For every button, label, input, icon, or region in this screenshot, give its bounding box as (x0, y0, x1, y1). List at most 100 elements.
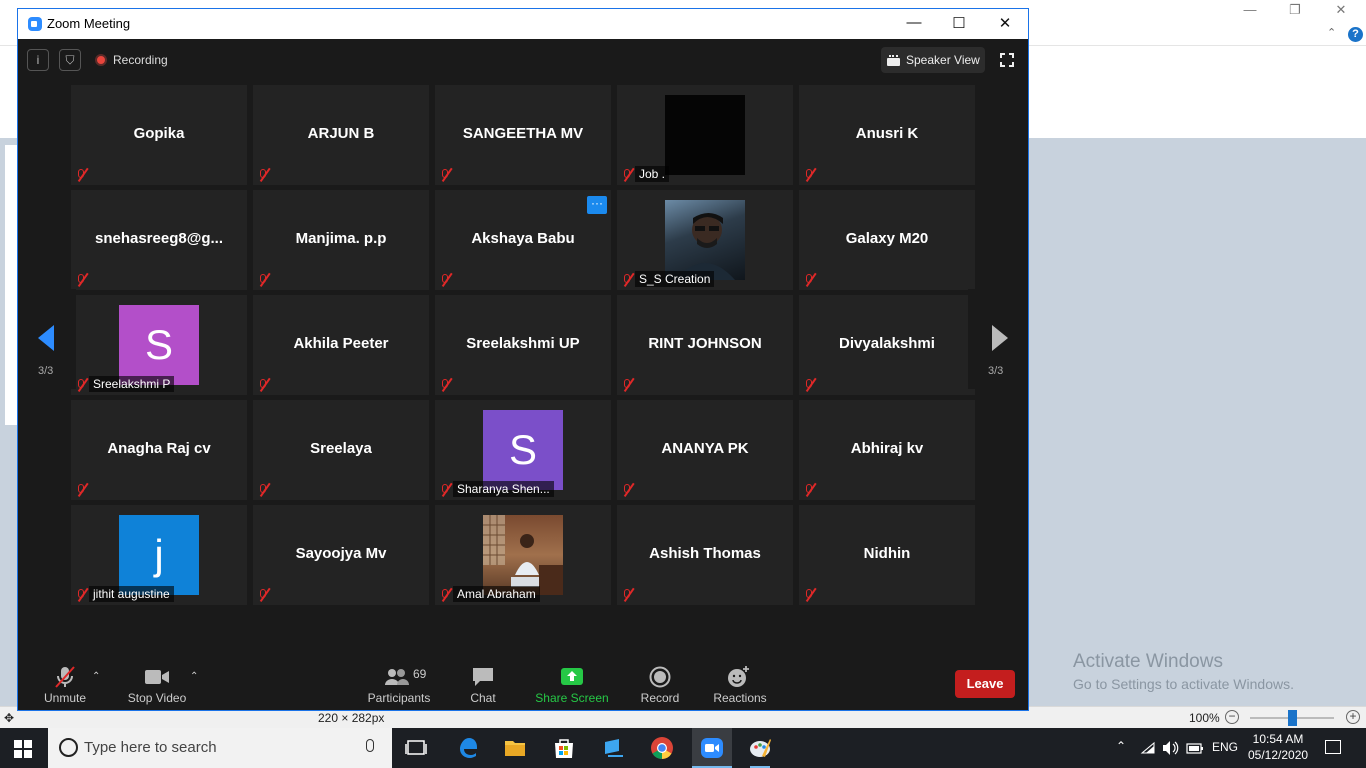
volume-icon[interactable] (1162, 740, 1180, 756)
participants-button[interactable]: 69 Participants (366, 665, 432, 711)
muted-mic-icon (438, 482, 453, 497)
participant-name: Manjima. p.p (295, 230, 387, 247)
windows-taskbar: Type here to search ⌃ ENG 10:54 AM 05/12… (0, 728, 1366, 768)
participant-tile[interactable]: Abhiraj kv (799, 400, 975, 500)
muted-mic-icon (74, 377, 89, 392)
background-restore-button[interactable]: ❐ (1285, 2, 1305, 18)
previous-page-nav: 3/3 (18, 289, 76, 389)
participant-tile[interactable]: Divyalakshmi (799, 295, 975, 395)
zoom-out-icon[interactable]: − (1225, 710, 1239, 724)
unmute-label: Unmute (43, 691, 87, 705)
share-screen-icon (561, 668, 583, 685)
stop-video-button[interactable]: Stop Video (125, 665, 189, 711)
taskbar-search-box[interactable]: Type here to search (48, 728, 392, 768)
participant-tile[interactable]: S Sharanya Shen... (435, 400, 611, 500)
participant-tile[interactable]: Sayoojya Mv (253, 505, 429, 605)
ribbon-collapse-icon[interactable]: ⌃ (1327, 26, 1336, 39)
network-icon[interactable] (1140, 740, 1156, 756)
chat-button[interactable]: Chat (463, 665, 503, 711)
participant-profile-photo (483, 515, 563, 595)
more-options-button[interactable]: ··· (587, 196, 607, 214)
window-title: Zoom Meeting (47, 16, 131, 31)
participant-name: Sreelaya (310, 440, 372, 457)
participant-tile[interactable]: S Sreelakshmi P (71, 295, 247, 395)
recording-indicator[interactable]: Recording (95, 52, 168, 68)
battery-icon[interactable] (1186, 741, 1204, 755)
participant-name: Abhiraj kv (850, 440, 924, 457)
reactions-button[interactable]: Reactions (712, 665, 768, 711)
record-icon (649, 666, 671, 688)
computer-app-icon[interactable] (602, 736, 626, 760)
windows-start-icon[interactable] (14, 740, 32, 758)
task-view-icon[interactable] (404, 736, 428, 760)
participant-tile[interactable]: ANANYA PK (617, 400, 793, 500)
chat-label: Chat (470, 691, 496, 705)
participant-tile[interactable]: Akhila Peeter (253, 295, 429, 395)
info-icon[interactable]: i (27, 49, 49, 71)
participant-tile[interactable]: Gopika (71, 85, 247, 185)
participant-name: ANANYA PK (661, 440, 749, 457)
record-button[interactable]: Record (640, 665, 680, 711)
taskbar-clock[interactable]: 10:54 AM 05/12/2020 (1248, 731, 1308, 763)
participant-tile[interactable]: ARJUN B (253, 85, 429, 185)
participant-name: Gopika (133, 125, 185, 142)
minimize-button[interactable]: — (904, 14, 924, 34)
participant-tile[interactable]: S_S Creation (617, 190, 793, 290)
share-screen-button[interactable]: Share Screen (534, 665, 610, 711)
close-button[interactable]: ✕ (995, 14, 1015, 34)
audio-options-chevron-icon[interactable]: ⌃ (92, 671, 100, 682)
leave-button[interactable]: Leave (955, 670, 1015, 698)
participant-tile[interactable]: Galaxy M20 (799, 190, 975, 290)
zoom-in-icon[interactable]: + (1346, 710, 1360, 724)
participant-name-label: S_S Creation (635, 271, 715, 287)
fullscreen-icon[interactable] (1000, 53, 1014, 67)
participant-tile[interactable]: Anusri K (799, 85, 975, 185)
speaker-view-button[interactable]: Speaker View (881, 47, 985, 73)
microsoft-store-icon[interactable] (552, 736, 576, 760)
participant-tile[interactable]: RINT JOHNSON (617, 295, 793, 395)
participant-tile[interactable]: Manjima. p.p (253, 190, 429, 290)
zoom-slider-thumb[interactable] (1288, 710, 1297, 726)
participant-tile[interactable]: Sreelaya (253, 400, 429, 500)
participant-tile[interactable]: Anagha Raj cv (71, 400, 247, 500)
muted-mic-icon (620, 272, 635, 287)
chrome-browser-icon[interactable] (650, 736, 674, 760)
microphone-icon[interactable] (366, 739, 374, 752)
paint-app-icon[interactable] (748, 736, 772, 760)
participant-tile[interactable]: j jithit augustine (71, 505, 247, 605)
participant-tile[interactable]: Nidhin (799, 505, 975, 605)
participant-tile[interactable]: Ashish Thomas (617, 505, 793, 605)
background-close-button[interactable]: ✕ (1331, 2, 1351, 18)
zoom-app-icon (701, 738, 723, 758)
muted-mic-icon (438, 272, 453, 287)
next-page-arrow-icon[interactable] (992, 325, 1008, 351)
participant-video (665, 95, 745, 175)
cortana-icon (59, 738, 78, 757)
zoom-taskbar-button[interactable] (692, 728, 732, 768)
edge-browser-icon[interactable] (456, 736, 480, 760)
participant-tile[interactable]: snehasreeg8@g... (71, 190, 247, 290)
participant-name: Galaxy M20 (845, 230, 929, 247)
participant-tile[interactable]: Job . (617, 85, 793, 185)
file-explorer-icon[interactable] (503, 736, 527, 760)
shield-icon[interactable]: ⛉ (59, 49, 81, 71)
show-hidden-icons-chevron-icon[interactable]: ⌃ (1116, 739, 1126, 753)
participant-tile[interactable]: Akshaya Babu ··· (435, 190, 611, 290)
participant-name-label: Job . (635, 166, 670, 182)
video-options-chevron-icon[interactable]: ⌃ (190, 671, 198, 682)
background-minimize-button[interactable]: — (1240, 2, 1260, 18)
maximize-button[interactable]: ☐ (949, 14, 969, 34)
participant-tile[interactable]: Amal Abraham (435, 505, 611, 605)
muted-mic-icon (802, 587, 817, 602)
muted-mic-icon (74, 272, 89, 287)
activate-windows-watermark: Activate Windows Go to Settings to activ… (1073, 651, 1294, 692)
watermark-title: Activate Windows (1073, 651, 1223, 672)
previous-page-arrow-icon[interactable] (38, 325, 54, 351)
help-icon[interactable]: ? (1348, 27, 1363, 42)
action-center-icon[interactable] (1325, 740, 1341, 754)
muted-mic-icon (802, 482, 817, 497)
language-indicator[interactable]: ENG (1212, 740, 1238, 754)
participant-tile[interactable]: Sreelakshmi UP (435, 295, 611, 395)
unmute-button[interactable]: Unmute (40, 665, 90, 711)
participant-tile[interactable]: SANGEETHA MV (435, 85, 611, 185)
